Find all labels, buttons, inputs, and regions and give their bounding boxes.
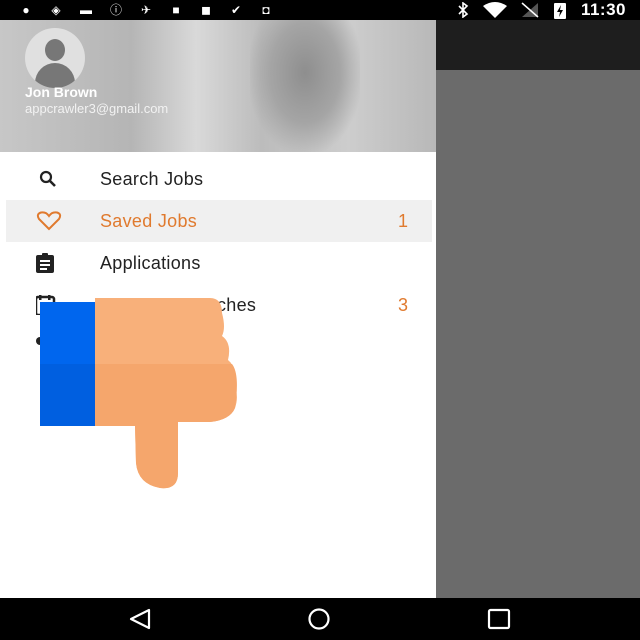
saved-searches-count-badge: 3 (397, 294, 408, 315)
clipboard-icon (36, 253, 54, 273)
bluetooth-icon (458, 2, 469, 18)
battery-charging-icon (553, 3, 566, 19)
saved-jobs-count-badge: 1 (397, 210, 408, 231)
home-icon[interactable] (305, 608, 333, 630)
wifi-icon (482, 2, 507, 18)
user-email: appcrawler3@gmail.com (25, 101, 169, 116)
search-icon (39, 170, 56, 187)
menu-item-label: Applications (100, 252, 201, 273)
check-folder-icon: ✔ (230, 3, 242, 17)
menu-item-label: Saved Jobs (100, 210, 198, 231)
drawer-header: Jon Brown appcrawler3@gmail.com (0, 20, 436, 152)
card-icon: ▬ (80, 3, 92, 17)
thumbs-down-icon (40, 298, 237, 489)
menu-item-label: Search Jobs (100, 168, 204, 189)
keyhole-icon: ● (22, 3, 30, 17)
clock: 11:30 (580, 0, 626, 19)
briefcase-icon: ◘ (262, 3, 270, 17)
avatar-head-icon (45, 39, 65, 61)
menu-item-saved-jobs[interactable]: Saved Jobs 1 (6, 200, 432, 242)
system-icons: 11:30 (457, 0, 626, 20)
back-icon[interactable] (127, 608, 155, 630)
system-navigation-bar (0, 598, 640, 640)
header-background-image (250, 20, 360, 152)
menu-item-applications[interactable]: Applications (0, 242, 436, 284)
info-circle-icon: ⓘ (109, 3, 122, 17)
no-signal-icon (521, 2, 539, 18)
avatar[interactable] (25, 28, 85, 88)
heart-icon (36, 211, 62, 231)
android-icon: ◼ (201, 3, 211, 17)
fax-icon: ✈ (140, 3, 152, 17)
app-toolbar-dimmed (436, 20, 640, 70)
lock-icon: ■ (172, 3, 180, 17)
user-name: Jon Brown (25, 84, 98, 100)
notification-icons: ● ◈ ▬ ⓘ ✈ ■ ◼ ✔ ◘ (18, 2, 274, 18)
app-scrim[interactable] (436, 20, 640, 598)
target-icon: ◈ (51, 3, 61, 17)
menu-item-search-jobs[interactable]: Search Jobs (0, 158, 436, 200)
recents-icon[interactable] (486, 608, 514, 630)
status-bar: ● ◈ ▬ ⓘ ✈ ■ ◼ ✔ ◘ 11:30 (0, 0, 640, 20)
